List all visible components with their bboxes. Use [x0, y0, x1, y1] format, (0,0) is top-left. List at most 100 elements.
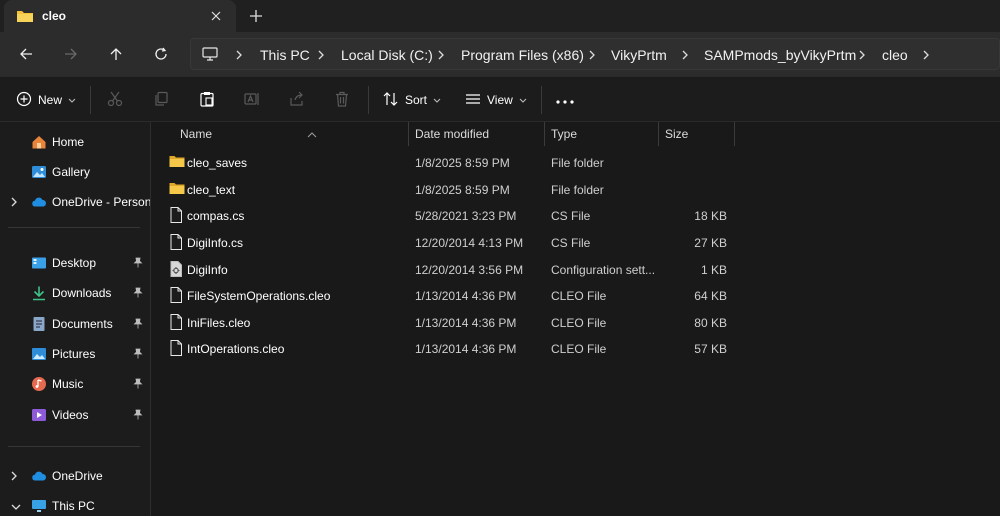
chevron-right-icon[interactable] — [437, 49, 447, 61]
pin-icon[interactable] — [133, 348, 143, 362]
pin-icon[interactable] — [133, 378, 143, 392]
column-header-label: Name — [180, 127, 213, 141]
file-size: 27 KB — [694, 236, 727, 250]
file-name: IniFiles.cleo — [187, 316, 251, 330]
refresh-icon[interactable] — [149, 42, 173, 66]
file-name: IntOperations.cleo — [187, 342, 285, 356]
command-bar: New Sort View — [0, 76, 1000, 122]
address-bar[interactable]: This PC Local Disk (C:) Program Files (x… — [190, 38, 1000, 70]
sidebar-item-videos[interactable]: Videos — [0, 403, 150, 427]
sort-button[interactable]: Sort — [383, 89, 441, 111]
file-date: 1/13/2014 4:36 PM — [415, 289, 517, 303]
chevron-down-icon — [519, 93, 527, 107]
new-tab-plus-icon[interactable] — [246, 6, 266, 26]
sidebar-item-this-pc[interactable]: This PC — [0, 494, 150, 516]
file-row[interactable]: compas.cs 5/28/2021 3:23 PM CS File 18 K… — [159, 202, 979, 228]
sidebar-item-desktop[interactable]: Desktop — [0, 251, 150, 275]
pictures-icon — [31, 346, 47, 362]
breadcrumb-this-pc[interactable]: This PC — [260, 47, 310, 63]
sidebar-item-downloads[interactable]: Downloads — [0, 281, 150, 305]
sidebar-item-label: Videos — [52, 408, 89, 422]
trash-icon — [334, 91, 350, 110]
file-type: CS File — [551, 209, 591, 223]
column-header-size[interactable]: Size — [659, 122, 734, 146]
sidebar-item-documents[interactable]: Documents — [0, 312, 150, 336]
column-header-name[interactable]: Name — [171, 122, 407, 146]
view-button[interactable]: View — [465, 89, 527, 111]
navigation-pane: Home Gallery OneDrive - Personal Desktop… — [0, 122, 150, 516]
chevron-right-icon[interactable] — [681, 49, 691, 61]
file-row[interactable]: IniFiles.cleo 1/13/2014 4:36 PM CLEO Fil… — [159, 309, 979, 335]
breadcrumb-sampmods[interactable]: SAMPmods_byVikyPrtm — [704, 47, 856, 63]
column-header-type[interactable]: Type — [545, 122, 658, 146]
copy-icon — [153, 91, 169, 110]
navigation-bar: This PC Local Disk (C:) Program Files (x… — [0, 32, 1000, 76]
close-icon[interactable] — [206, 6, 226, 26]
cloud-icon — [31, 468, 47, 484]
delete-button[interactable] — [334, 89, 350, 111]
forward-arrow-icon[interactable] — [59, 42, 83, 66]
pin-icon[interactable] — [133, 257, 143, 271]
file-size: 1 KB — [700, 263, 727, 277]
back-arrow-icon[interactable] — [14, 42, 38, 66]
home-icon — [31, 134, 47, 150]
breadcrumb-vikyprtm[interactable]: VikyPrtm — [611, 47, 667, 63]
column-divider[interactable] — [734, 122, 735, 146]
cut-button[interactable] — [107, 89, 123, 111]
scissors-icon — [107, 91, 123, 110]
file-row[interactable]: DigiInfo.cs 12/20/2014 4:13 PM CS File 2… — [159, 229, 979, 255]
file-list: Name Date modified Type Size cleo_saves … — [151, 122, 1000, 516]
breadcrumb-program-files[interactable]: Program Files (x86) — [461, 47, 584, 63]
tab-cleo[interactable]: cleo — [4, 0, 236, 32]
paste-button[interactable] — [199, 89, 215, 111]
more-options-button[interactable] — [556, 89, 574, 111]
file-row[interactable]: cleo_text 1/8/2025 8:59 PM File folder — [159, 176, 979, 202]
sidebar-item-label: Downloads — [52, 286, 112, 300]
column-header-label: Size — [665, 127, 689, 141]
sort-arrows-icon — [383, 91, 399, 110]
sidebar-item-onedrive-personal[interactable]: OneDrive - Personal — [0, 190, 150, 214]
new-button[interactable]: New — [16, 89, 76, 111]
file-type: CLEO File — [551, 342, 607, 356]
chevron-right-icon[interactable] — [588, 49, 598, 61]
pin-icon[interactable] — [133, 409, 143, 423]
file-row[interactable]: DigiInfo 12/20/2014 3:56 PM Configuratio… — [159, 256, 979, 282]
folder-icon — [169, 154, 185, 170]
clipboard-icon — [199, 91, 215, 110]
up-arrow-icon[interactable] — [104, 42, 128, 66]
copy-button[interactable] — [153, 89, 169, 111]
column-header-date[interactable]: Date modified — [409, 122, 544, 146]
plus-circle-icon — [16, 91, 32, 110]
pin-icon[interactable] — [133, 287, 143, 301]
file-icon — [169, 234, 185, 250]
breadcrumb-cleo[interactable]: cleo — [882, 47, 908, 63]
chevron-right-icon[interactable] — [235, 49, 245, 61]
chevron-right-icon[interactable] — [858, 49, 868, 61]
sidebar-item-onedrive[interactable]: OneDrive — [0, 464, 150, 488]
file-row[interactable]: cleo_saves 1/8/2025 8:59 PM File folder — [159, 149, 979, 175]
file-type: Configuration sett... — [551, 263, 656, 277]
pin-icon[interactable] — [133, 318, 143, 332]
sidebar-item-home[interactable]: Home — [0, 130, 150, 154]
chevron-right-icon[interactable] — [922, 49, 932, 61]
rename-button[interactable] — [244, 89, 260, 111]
sidebar-item-pictures[interactable]: Pictures — [0, 342, 150, 366]
chevron-down-icon[interactable] — [10, 500, 22, 514]
sidebar-item-label: OneDrive - Personal — [52, 195, 150, 209]
file-row[interactable]: FileSystemOperations.cleo 1/13/2014 4:36… — [159, 282, 979, 308]
chevron-right-icon[interactable] — [10, 196, 18, 211]
file-type: CS File — [551, 236, 591, 250]
sidebar-item-gallery[interactable]: Gallery — [0, 160, 150, 184]
file-icon — [169, 314, 185, 330]
file-row[interactable]: IntOperations.cleo 1/13/2014 4:36 PM CLE… — [159, 335, 979, 361]
share-button[interactable] — [289, 89, 305, 111]
sidebar-item-music[interactable]: Music — [0, 372, 150, 396]
breadcrumb-local-disk[interactable]: Local Disk (C:) — [341, 47, 433, 63]
settings-file-icon — [169, 261, 185, 277]
chevron-right-icon[interactable] — [10, 470, 18, 485]
sidebar-item-label: Pictures — [52, 347, 96, 361]
chevron-right-icon[interactable] — [317, 49, 327, 61]
file-date: 1/8/2025 8:59 PM — [415, 183, 510, 197]
file-date: 1/13/2014 4:36 PM — [415, 342, 517, 356]
file-type: CLEO File — [551, 289, 607, 303]
